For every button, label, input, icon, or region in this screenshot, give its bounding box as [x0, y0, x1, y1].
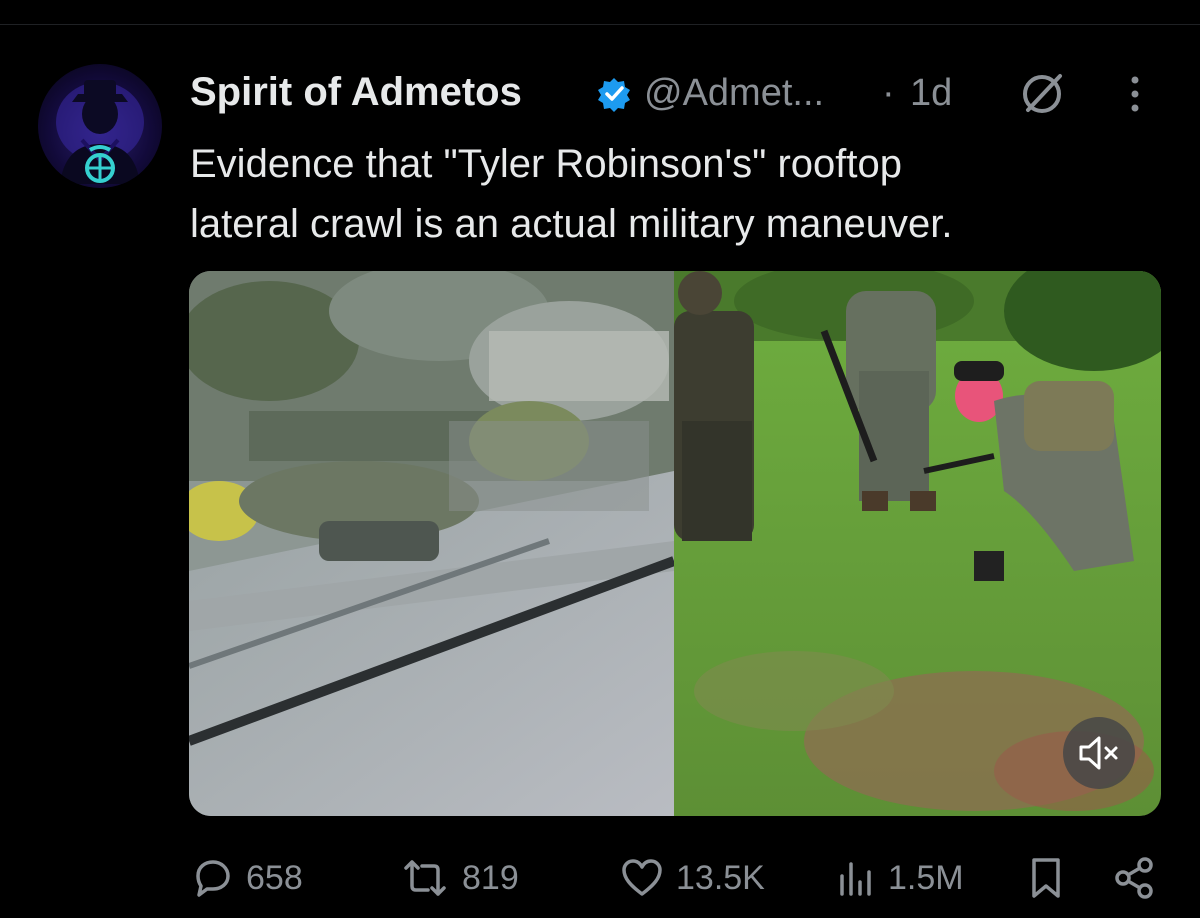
avatar-image [56, 80, 144, 184]
views-button[interactable]: 1.5M [836, 850, 964, 906]
views-count: 1.5M [888, 858, 964, 897]
mute-toggle-button[interactable] [1063, 717, 1135, 789]
bookmark-icon [1032, 858, 1060, 898]
avatar[interactable] [38, 64, 162, 188]
video-media[interactable]: CN [189, 271, 1161, 816]
grok-icon[interactable] [1016, 70, 1068, 118]
verified-badge-icon [596, 76, 632, 112]
share-button[interactable] [1112, 850, 1168, 906]
post-text-line-1: Evidence that "Tyler Robinson's" rooftop [190, 142, 902, 186]
repost-count: 819 [462, 858, 519, 897]
post-time[interactable]: 1d [910, 72, 952, 115]
more-options-icon[interactable] [1120, 72, 1150, 116]
surveillance-footage-frame [189, 271, 674, 816]
post-text: Evidence that "Tyler Robinson's" rooftop… [190, 134, 1150, 254]
bookmark-button[interactable] [1026, 850, 1078, 906]
like-count: 13.5K [676, 858, 765, 897]
reply-button[interactable]: 658 [190, 850, 303, 906]
post-header: Spirit of Admetos @Admet... · 1d [190, 68, 1170, 118]
author-name[interactable]: Spirit of Admetos [190, 70, 522, 115]
share-icon [1115, 857, 1153, 899]
post-text-line-2: lateral crawl is an actual military mane… [190, 202, 953, 246]
post-actions-bar: 658 819 13.5K 1.5M [190, 850, 1160, 906]
heart-icon [622, 859, 662, 896]
like-button[interactable]: 13.5K [620, 850, 765, 906]
top-divider [0, 24, 1200, 25]
views-chart-icon [840, 862, 871, 896]
repost-button[interactable]: 819 [400, 850, 519, 906]
repost-icon [404, 860, 446, 896]
volume-muted-icon [1079, 736, 1118, 770]
author-handle[interactable]: @Admet... [644, 72, 824, 115]
reply-icon [196, 860, 230, 897]
reply-count: 658 [246, 858, 303, 897]
separator-dot: · [882, 72, 895, 114]
